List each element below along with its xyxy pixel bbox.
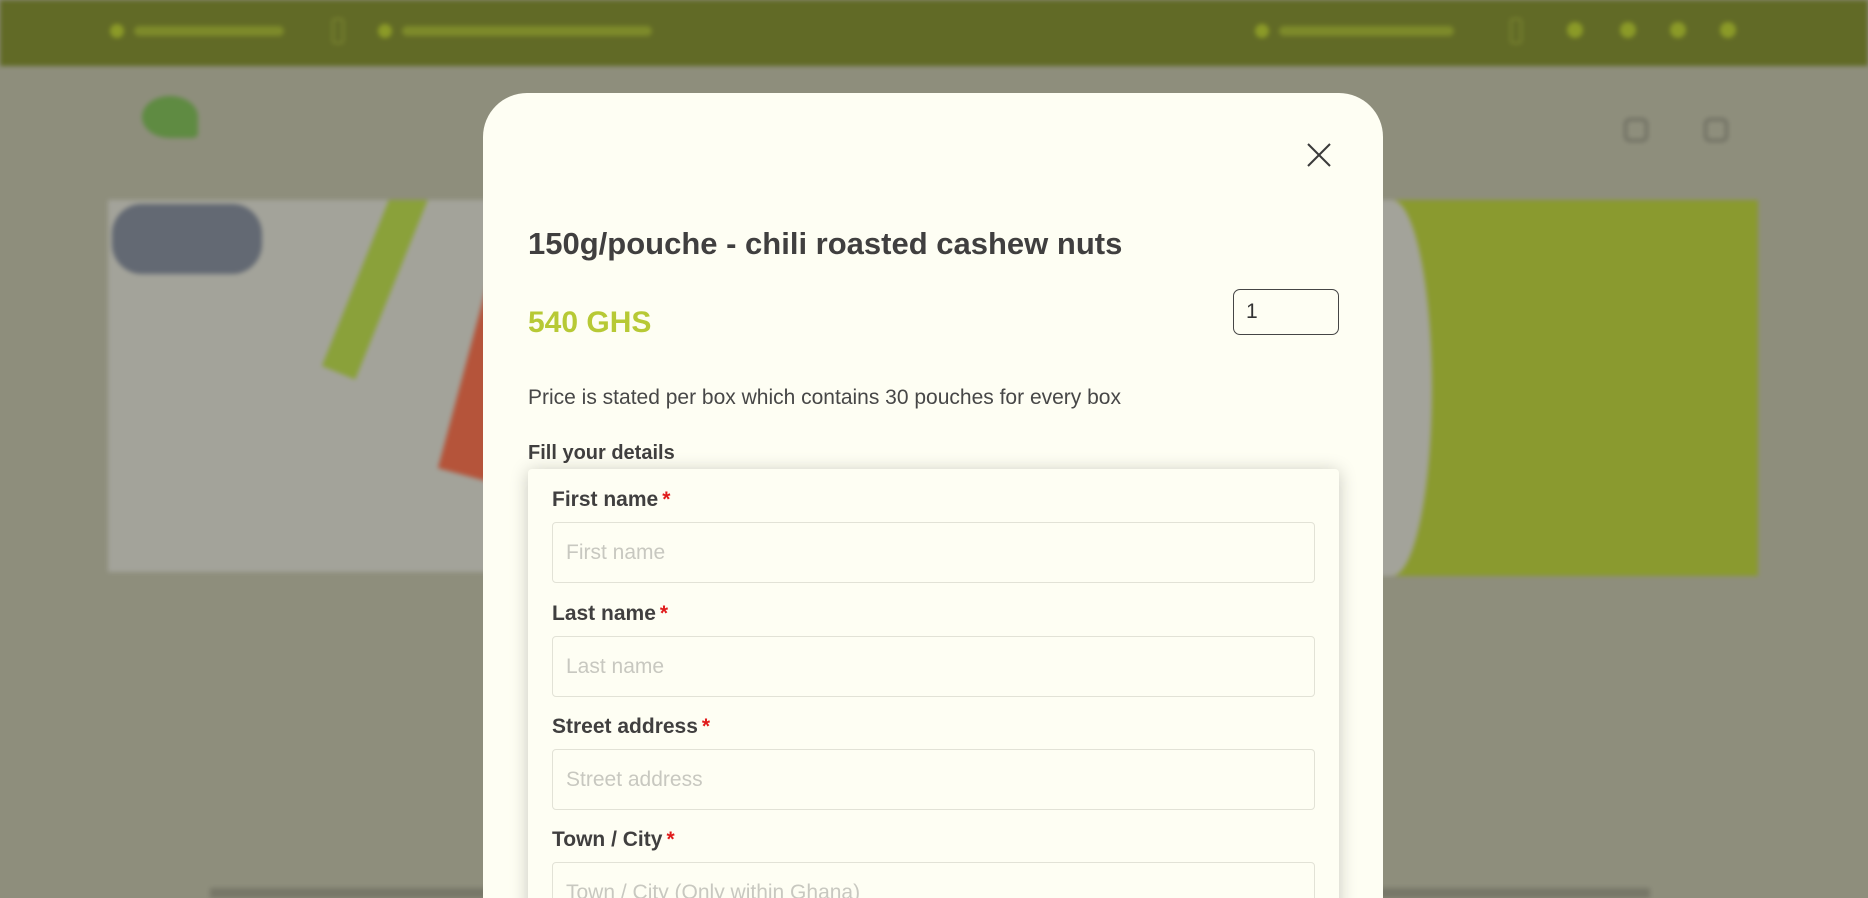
- first-name-input[interactable]: [552, 522, 1315, 583]
- logo-wordmark: [106, 138, 292, 154]
- instagram-icon[interactable]: [1670, 22, 1686, 38]
- street-address-label-text: Street address: [552, 715, 698, 738]
- town-city-label-text: Town / City: [552, 828, 663, 851]
- opening-hours: [1255, 22, 1454, 40]
- town-city-input[interactable]: [552, 862, 1315, 898]
- user-icon[interactable]: [1704, 118, 1728, 142]
- banner-decoration: [112, 204, 262, 274]
- phone-contact: [110, 22, 284, 40]
- fill-details-label: Fill your details: [528, 442, 675, 464]
- close-button[interactable]: [1305, 141, 1333, 169]
- required-marker: *: [662, 488, 671, 511]
- last-name-field: Last name *: [552, 602, 1315, 697]
- first-name-field: First name *: [552, 488, 1315, 583]
- phone-text-blurred: [134, 26, 284, 36]
- top-contact-bar: [0, 0, 1868, 66]
- logo-leaf: [142, 96, 198, 138]
- site-logo[interactable]: [106, 96, 292, 168]
- last-name-input[interactable]: [552, 636, 1315, 697]
- details-form: First name* Last name* Street address* T…: [528, 469, 1339, 898]
- last-name-label-text: Last name: [552, 602, 656, 625]
- banner-decoration: [321, 200, 431, 380]
- order-modal: 150g/pouche - chili roasted cashew nuts …: [483, 93, 1383, 898]
- street-address-field: Street address *: [552, 715, 1315, 810]
- cart-icon[interactable]: [1624, 118, 1648, 142]
- topbar-separator: [1510, 18, 1522, 44]
- close-icon: [1307, 143, 1331, 167]
- street-address-input[interactable]: [552, 749, 1315, 810]
- hours-text-blurred: [1279, 26, 1454, 36]
- linkedin-icon[interactable]: [1720, 22, 1736, 38]
- phone-icon: [110, 24, 124, 38]
- product-title: 150g/pouche - chili roasted cashew nuts: [528, 226, 1123, 261]
- quantity-input[interactable]: [1233, 289, 1339, 335]
- first-name-label-text: First name: [552, 488, 659, 511]
- street-address-label: Street address *: [552, 715, 1315, 745]
- last-name-label: Last name *: [552, 602, 1315, 632]
- required-marker: *: [659, 602, 669, 625]
- required-marker: *: [701, 715, 711, 738]
- product-price: 540 GHS: [528, 306, 652, 339]
- facebook-icon[interactable]: [1567, 22, 1583, 38]
- price-note: Price is stated per box which contains 3…: [528, 386, 1121, 409]
- required-marker: *: [666, 828, 675, 851]
- hero-banner-image: [108, 200, 528, 572]
- email-contact: [378, 22, 652, 40]
- first-name-label: First name *: [552, 488, 1315, 518]
- clock-icon: [1255, 24, 1269, 38]
- town-city-field: Town / City *: [552, 828, 1315, 898]
- email-icon: [378, 24, 392, 38]
- email-text-blurred: [402, 26, 652, 36]
- town-city-label: Town / City *: [552, 828, 1315, 858]
- twitter-icon[interactable]: [1620, 22, 1636, 38]
- hero-banner-green-panel: [1352, 200, 1758, 576]
- topbar-separator: [332, 18, 344, 44]
